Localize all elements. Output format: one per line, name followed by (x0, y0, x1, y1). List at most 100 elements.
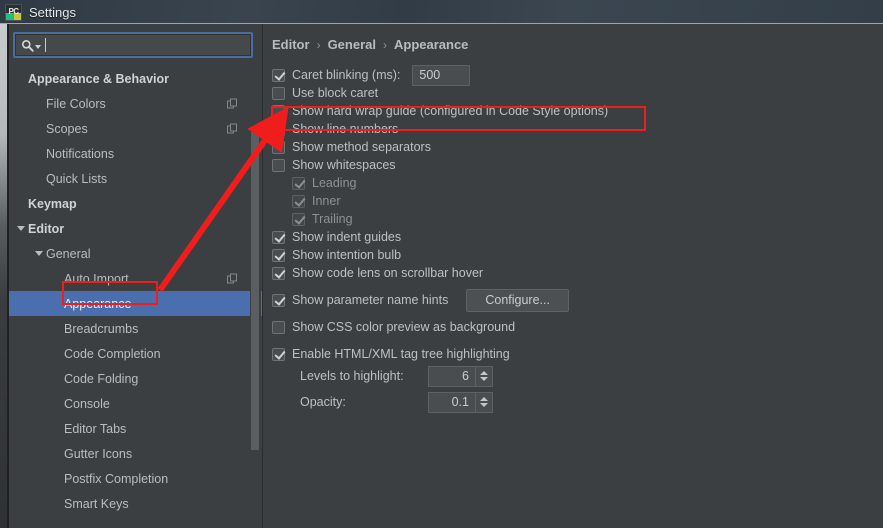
sidebar-item-file-colors[interactable]: File Colors (0, 91, 262, 116)
checkbox (292, 212, 305, 226)
sidebar-item-label: Font (46, 522, 71, 523)
spinner-value[interactable]: 0.1 (428, 391, 475, 413)
sidebar-scrollbar-thumb[interactable] (251, 132, 259, 450)
option-row[interactable]: Show line numbers (272, 120, 883, 138)
option-row[interactable]: Use block caret (272, 84, 883, 102)
sidebar-item-notifications[interactable]: Notifications (0, 141, 262, 166)
sidebar-item-label: General (46, 246, 91, 261)
sidebar-item-label: Code Folding (64, 371, 139, 386)
spinner-down-icon[interactable] (480, 377, 488, 381)
search-input[interactable] (46, 37, 245, 53)
checkbox[interactable] (272, 158, 285, 172)
sidebar-item-smart-keys[interactable]: Smart Keys (0, 491, 262, 516)
spinner-buttons[interactable] (475, 391, 493, 413)
sidebar-item-breadcrumbs[interactable]: Breadcrumbs (0, 316, 262, 341)
breadcrumb-part[interactable]: General (328, 37, 376, 52)
option-row[interactable]: Trailing (272, 210, 883, 228)
sidebar-item-keymap[interactable]: Keymap (0, 191, 262, 216)
option-row[interactable]: Show parameter name hints Configure... (272, 288, 883, 312)
option-row[interactable]: Show whitespaces (272, 156, 883, 174)
sidebar-item-font[interactable]: Font (0, 516, 262, 523)
option-row[interactable]: Show indent guides (272, 228, 883, 246)
sidebar-item-label: Gutter Icons (64, 446, 133, 461)
sidebar-item-gutter-icons[interactable]: Gutter Icons (0, 441, 262, 466)
sidebar-item-scopes[interactable]: Scopes (0, 116, 262, 141)
tree-expand-twisty-icon[interactable] (14, 226, 28, 231)
settings-sidebar: Appearance & Behavior File Colors Scopes No… (0, 24, 263, 528)
sidebar-item-label: Appearance & Behavior (28, 71, 170, 86)
search-icon (21, 39, 34, 52)
options-list: Caret blinking (ms): 500 Use block caret Sh… (272, 64, 883, 363)
tree-expand-twisty-icon[interactable] (32, 251, 46, 256)
search-box[interactable] (13, 32, 253, 58)
settings-dialog: Appearance & Behavior File Colors Scopes No… (0, 24, 883, 528)
spinner-row: Opacity: 0.1 (272, 389, 883, 415)
spinner-control[interactable]: 6 (428, 365, 493, 387)
sidebar-item-editor[interactable]: Editor (0, 216, 262, 241)
settings-tree[interactable]: Appearance & Behavior File Colors Scopes No… (0, 64, 262, 522)
option-row[interactable]: Leading (272, 174, 883, 192)
sidebar-item-console[interactable]: Console (0, 391, 262, 416)
option-row[interactable]: Show code lens on scrollbar hover (272, 264, 883, 282)
sidebar-item-label: Console (64, 396, 110, 411)
spinner-buttons[interactable] (475, 365, 493, 387)
sidebar-item-postfix-completion[interactable]: Postfix Completion (0, 466, 262, 491)
checkbox (292, 194, 305, 208)
search-filter-chevron-down-icon[interactable] (35, 45, 41, 49)
spinner-up-icon[interactable] (480, 371, 488, 375)
option-row[interactable]: Show CSS color preview as background (272, 318, 883, 336)
breadcrumb-part[interactable]: Editor (272, 37, 310, 52)
option-label: Use block caret (292, 86, 379, 100)
breadcrumb-separator: › (316, 37, 321, 52)
copy-settings-icon[interactable] (227, 98, 238, 109)
option-label: Inner (312, 194, 341, 208)
checkbox[interactable] (272, 68, 285, 82)
copy-settings-icon[interactable] (227, 273, 238, 284)
configure-button[interactable]: Configure... (466, 288, 569, 312)
sidebar-item-label: Quick Lists (46, 171, 108, 186)
sidebar-item-code-completion[interactable]: Code Completion (0, 341, 262, 366)
caret-blinking-input[interactable]: 500 (412, 64, 471, 86)
checkbox[interactable] (272, 347, 285, 361)
spinner-control[interactable]: 0.1 (428, 391, 493, 413)
breadcrumb-part[interactable]: Appearance (394, 37, 468, 52)
checkbox[interactable] (272, 320, 285, 334)
spinner-down-icon[interactable] (480, 403, 488, 407)
option-label: Show whitespaces (292, 158, 396, 172)
sidebar-item-code-folding[interactable]: Code Folding (0, 366, 262, 391)
sidebar-item-label: Scopes (46, 121, 88, 136)
sidebar-item-label: Keymap (28, 196, 77, 211)
option-row[interactable]: Show intention bulb (272, 246, 883, 264)
spinner-label: Opacity: (300, 395, 346, 409)
sidebar-item-appearance-behavior[interactable]: Appearance & Behavior (0, 66, 262, 91)
option-row[interactable]: Caret blinking (ms): 500 (272, 64, 883, 86)
option-row[interactable]: Enable HTML/XML tag tree highlighting (272, 345, 883, 363)
search-area (0, 24, 262, 64)
sidebar-item-editor-tabs[interactable]: Editor Tabs (0, 416, 262, 441)
option-label: Caret blinking (ms): (292, 68, 401, 82)
sidebar-item-general[interactable]: General (0, 241, 262, 266)
settings-dialog-screenshot: PC Settings Appearance & Behavior File C… (0, 0, 883, 528)
copy-settings-icon[interactable] (227, 123, 238, 134)
option-row[interactable]: Inner (272, 192, 883, 210)
checkbox[interactable] (272, 86, 285, 100)
checkbox[interactable] (272, 230, 285, 244)
checkbox[interactable] (272, 104, 285, 118)
option-row[interactable]: Show method separators (272, 138, 883, 156)
checkbox[interactable] (272, 293, 285, 307)
checkbox[interactable] (272, 266, 285, 280)
checkbox[interactable] (272, 122, 285, 136)
sidebar-item-label: Breadcrumbs (64, 321, 139, 336)
settings-detail-pane: Editor › General › Appearance Caret blinking… (263, 24, 883, 528)
sidebar-item-label: Auto Import (64, 271, 129, 286)
spinner-value[interactable]: 6 (428, 365, 475, 387)
option-row[interactable]: Show hard wrap guide (configured in Code… (272, 102, 883, 120)
sidebar-item-appearance[interactable]: Appearance (0, 291, 262, 316)
checkbox[interactable] (272, 248, 285, 262)
sidebar-scrollbar-track[interactable] (250, 64, 261, 526)
spinner-up-icon[interactable] (480, 397, 488, 401)
sidebar-item-quick-lists[interactable]: Quick Lists (0, 166, 262, 191)
sidebar-item-auto-import[interactable]: Auto Import (0, 266, 262, 291)
checkbox[interactable] (272, 140, 285, 154)
option-label: Leading (312, 176, 357, 190)
